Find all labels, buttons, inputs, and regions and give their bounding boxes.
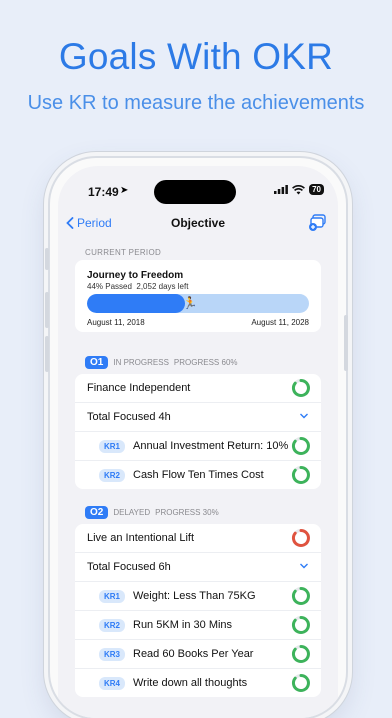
objective-title: Live an Intentional Lift <box>87 532 195 544</box>
period-start-date: August 11, 2018 <box>87 318 145 327</box>
progress-ring-icon <box>291 529 310 547</box>
progress-ring-icon <box>291 674 310 692</box>
nav-bar: Period Objective <box>58 212 338 236</box>
runner-icon: 🏃 <box>182 296 198 310</box>
objective-title-row[interactable]: Live an Intentional Lift <box>75 524 321 553</box>
period-days-left: 2,052 days left <box>136 282 189 291</box>
kr-title: Read 60 Books Per Year <box>133 648 254 660</box>
focused-time-row[interactable]: Total Focused 6h <box>75 553 321 582</box>
location-arrow-icon: ➤ <box>120 185 129 196</box>
progress-ring-icon <box>291 645 310 663</box>
objective-progress: PROGRESS 30% <box>155 508 219 517</box>
focused-time: Total Focused 4h <box>87 411 171 423</box>
period-progress-fill <box>87 294 185 313</box>
kr-badge: KR2 <box>99 468 126 482</box>
period-progress-bar: 🏃 <box>87 294 309 313</box>
kr-badge: KR1 <box>99 439 126 453</box>
objective-status: IN PROGRESS <box>113 358 169 367</box>
objective-title-row[interactable]: Finance Independent <box>75 374 321 403</box>
objective-card: Live an Intentional Lift Total Focused 6… <box>75 524 321 697</box>
kr-badge: KR3 <box>99 647 126 661</box>
status-bar: 17:49 ➤ 70 <box>58 176 338 204</box>
battery-indicator: 70 <box>309 184 324 195</box>
status-icons: 70 <box>274 184 324 195</box>
kr-title: Run 5KM in 30 Mins <box>133 619 233 631</box>
period-title: Journey to Freedom <box>87 270 184 281</box>
key-result-row[interactable]: KR2 Run 5KM in 30 Mins <box>75 611 321 640</box>
key-result-row[interactable]: KR3 Read 60 Books Per Year <box>75 640 321 669</box>
objective-progress: PROGRESS 60% <box>173 358 238 367</box>
status-time: 17:49 <box>88 185 119 199</box>
page-title: Objective <box>170 216 226 230</box>
add-stack-icon <box>309 214 326 231</box>
objective-header: O2 DELAYED PROGRESS 30% <box>85 506 219 519</box>
phone-side-button <box>45 336 49 372</box>
focused-time-row[interactable]: Total Focused 4h <box>75 403 321 432</box>
focused-time: Total Focused 6h <box>87 561 171 573</box>
objective-card: Finance Independent Total Focused 4h KR1… <box>75 374 321 489</box>
kr-title: Cash Flow Ten Times Cost <box>133 469 264 481</box>
wifi-icon <box>292 184 306 194</box>
kr-title: Write down all thoughts <box>133 677 248 689</box>
kr-badge: KR4 <box>99 676 126 690</box>
signal-icon <box>274 185 288 194</box>
kr-title: Weight: Less Than 75KG <box>133 590 256 602</box>
headline: Goals With OKR <box>58 36 334 77</box>
objective-header: O1 IN PROGRESS PROGRESS 60% <box>85 356 238 369</box>
current-period-label: CURRENT PERIOD <box>85 248 162 257</box>
key-result-row[interactable]: KR1 Weight: Less Than 75KG <box>75 582 321 611</box>
chevron-down-icon <box>300 563 308 569</box>
subheadline: Use KR to measure the achievements <box>27 92 365 114</box>
objective-title: Finance Independent <box>87 382 191 394</box>
kr-title: Annual Investment Return: 10% <box>133 440 289 452</box>
phone-side-button <box>45 292 49 328</box>
add-objective-button[interactable] <box>308 212 328 237</box>
progress-ring-icon <box>291 437 310 455</box>
phone-side-button <box>45 248 49 270</box>
period-summary: 44% Passed 2,052 days left <box>87 282 188 291</box>
dynamic-island <box>154 180 236 204</box>
phone-side-button <box>344 315 348 371</box>
progress-ring-icon <box>291 587 310 605</box>
phone-screen: 17:49 ➤ 70 Period Objective CURRENT PERI… <box>58 166 338 718</box>
progress-ring-icon <box>291 379 310 397</box>
objective-status: DELAYED <box>113 508 151 517</box>
chevron-down-icon <box>300 413 308 419</box>
kr-badge: KR1 <box>99 589 126 603</box>
progress-ring-icon <box>291 616 310 634</box>
key-result-row[interactable]: KR1 Annual Investment Return: 10% <box>75 432 321 461</box>
progress-ring-icon <box>291 466 310 484</box>
objective-badge: O1 <box>85 356 109 369</box>
current-period-card[interactable]: Journey to Freedom 44% Passed 2,052 days… <box>75 260 321 332</box>
key-result-row[interactable]: KR2 Cash Flow Ten Times Cost <box>75 461 321 489</box>
phone-frame: 17:49 ➤ 70 Period Objective CURRENT PERI… <box>50 158 346 718</box>
period-end-date: August 11, 2028 <box>251 318 309 327</box>
period-passed: 44% Passed <box>87 282 132 291</box>
key-result-row[interactable]: KR4 Write down all thoughts <box>75 669 321 697</box>
objective-badge: O2 <box>85 506 109 519</box>
kr-badge: KR2 <box>99 618 126 632</box>
